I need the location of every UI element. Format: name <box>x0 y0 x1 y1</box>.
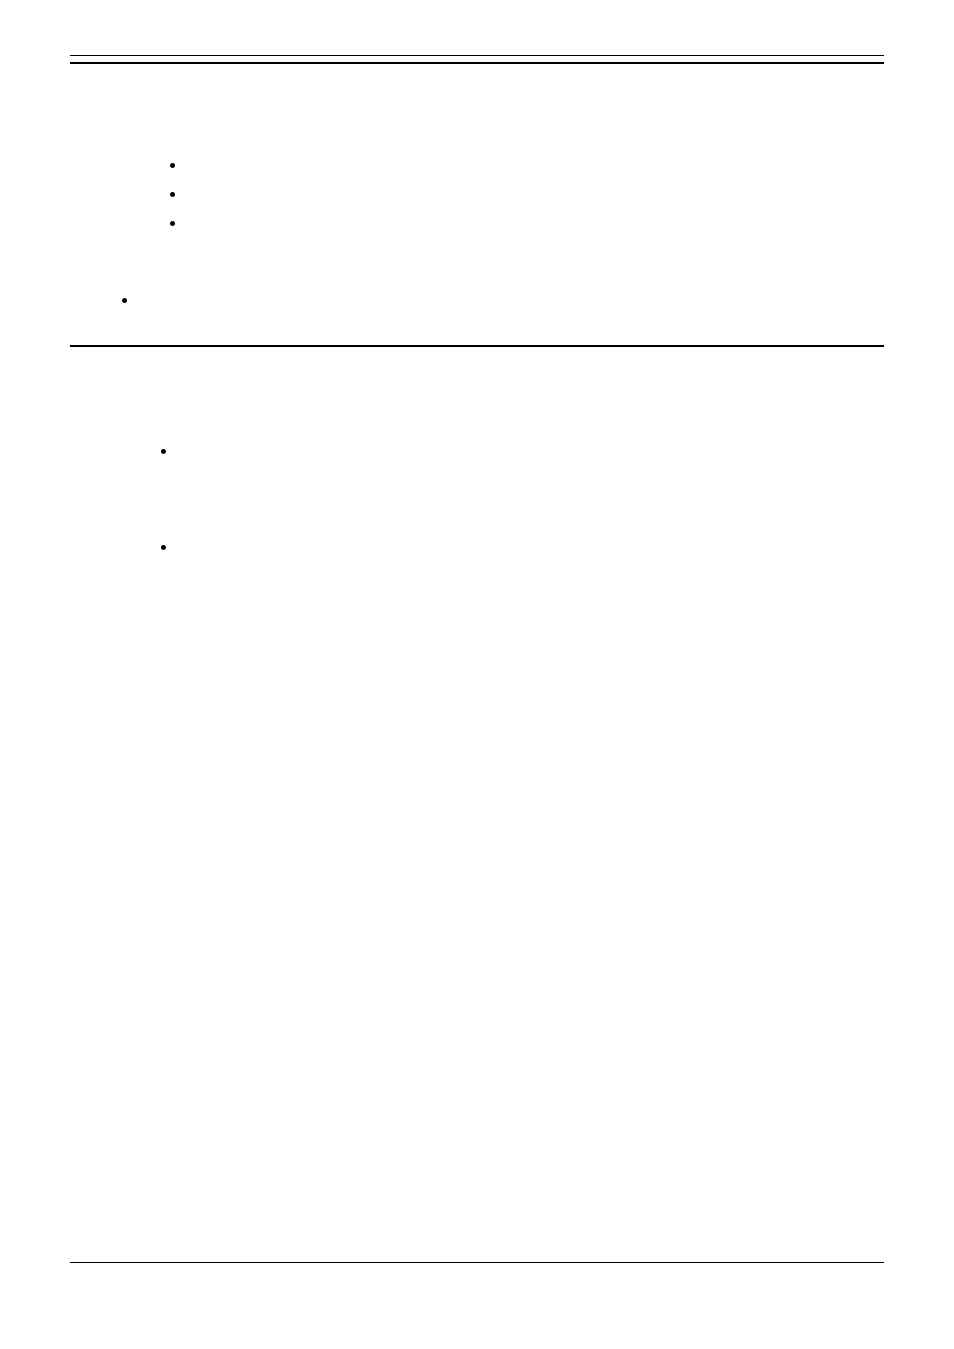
header-rule-thick <box>70 62 884 64</box>
section-rule <box>70 345 884 347</box>
bullet-icon <box>170 192 175 197</box>
bullet-icon <box>122 298 127 303</box>
header-rule-thin <box>70 55 884 56</box>
bullet-icon <box>161 545 166 550</box>
page-content <box>70 0 884 1349</box>
bullet-icon <box>170 163 175 168</box>
bullet-icon <box>161 449 166 454</box>
footer-rule <box>70 1262 884 1263</box>
bullet-icon <box>170 221 175 226</box>
